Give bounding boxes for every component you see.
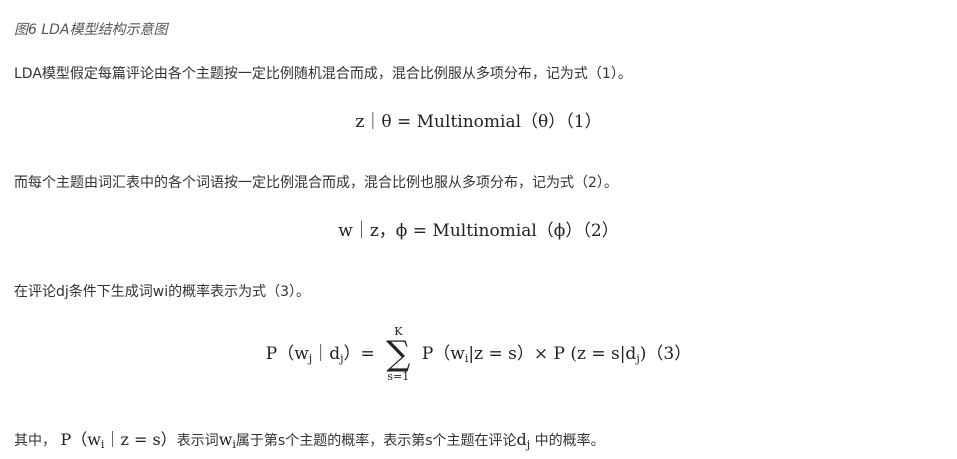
paragraph-4-text-3: 属于第s个主题的概率，表示第s个主题在评论	[235, 433, 517, 449]
summation-sigma: ∑	[386, 334, 411, 374]
paragraph-4-text-1: 其中，	[14, 433, 56, 449]
paragraph-2: 而每个主题由词汇表中的各个词语按一定比例混合而成，混合比例也服从多项分布，记为式…	[14, 175, 618, 191]
formula-2: w｜z，ϕ = Multinomial（ϕ）（2）	[338, 221, 619, 241]
inline-formula-p-pre: P（w	[60, 430, 101, 449]
formula-3-rhs-1: P（w	[421, 343, 465, 364]
formula-3: P（wj｜dj）= K ∑ s=1 P（wi|z = s）× P (z = s|…	[0, 326, 957, 382]
inline-formula-w: wi	[218, 430, 236, 450]
summation: K ∑ s=1	[386, 326, 410, 382]
inline-formula-w-base: w	[218, 430, 233, 449]
inline-formula-p: P（wi｜z = s）	[60, 430, 177, 450]
formula-3-lhs-mid: ｜d	[312, 343, 341, 364]
inline-formula-d: dj	[516, 430, 531, 451]
inline-formula-d-sub: j	[526, 438, 531, 451]
formula-3-rhs-2: |z = s）× P (z = s|d	[468, 343, 637, 364]
formula-3-rhs: P（wi|z = s）× P (z = s|dj)（3）	[422, 344, 691, 364]
formula-3-lhs: P（wj｜dj）=	[266, 344, 375, 364]
inline-formula-p-post: ｜z = s）	[104, 430, 177, 449]
paragraph-4: 其中， P（wi｜z = s）表示词wi属于第s个主题的概率，表示第s个主题在评…	[14, 426, 605, 450]
paragraph-3: 在评论dj条件下生成词wi的概率表示为式（3）。	[14, 284, 311, 300]
summation-lower-limit: s=1	[387, 370, 410, 383]
formula-3-rhs-3: )（3）	[639, 343, 692, 364]
paragraph-4-text-2: 表示词	[176, 433, 219, 449]
formula-3-lhs-pre: P（w	[265, 343, 309, 364]
formula-3-lhs-post: ）=	[343, 343, 375, 364]
paragraph-4-text-4: 中的概率。	[534, 433, 605, 449]
formula-1: z｜θ = Multinomial（θ）（1）	[355, 112, 602, 132]
paragraph-1: LDA模型假定每篇评论由各个主题按一定比例随机混合而成，混合比例服从多项分布，记…	[14, 66, 632, 82]
figure-caption: 图6 LDA模型结构示意图	[14, 22, 168, 38]
inline-formula-d-base: d	[516, 430, 527, 449]
